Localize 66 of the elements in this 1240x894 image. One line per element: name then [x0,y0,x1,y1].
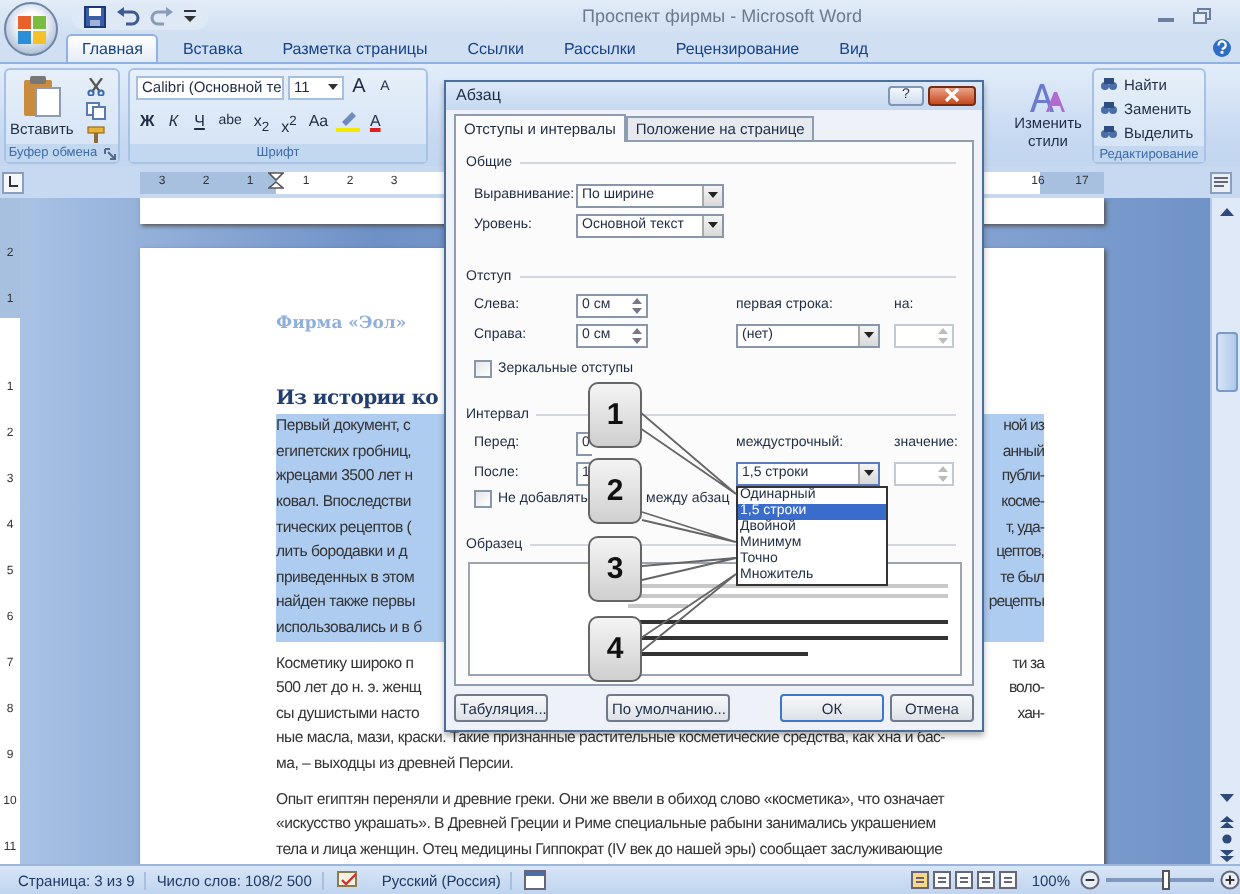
font-size-step-button[interactable]: A [348,74,370,101]
view-mode-icon[interactable] [909,870,930,891]
vertical-scrollbar[interactable] [1210,198,1240,865]
ribbon-tab[interactable]: Рассылки [547,34,652,63]
spin-icon [630,325,644,346]
spin-icon [630,295,644,316]
help-icon[interactable] [1212,38,1232,59]
callout-number: 3 [588,536,642,602]
copy-icon[interactable] [85,102,106,121]
spin-icon [936,463,950,484]
company-heading: Фирма «Эол» [276,312,407,339]
callout-number: 1 [588,382,642,448]
scissors-icon[interactable] [85,78,106,97]
callout-number: 4 [588,616,642,682]
view-mode-icon[interactable] [997,870,1018,891]
callout-number: 2 [588,458,642,524]
leader-line [641,511,737,543]
ribbon-tab[interactable]: Рецензирование [659,34,816,63]
zoom-in-icon[interactable] [1220,870,1240,891]
format-button[interactable]: x$_{2}$ [249,108,274,135]
scroll-thumb[interactable] [1215,332,1237,393]
format-button[interactable]: Ж [136,108,159,135]
undo-icon[interactable] [116,5,140,28]
format-button[interactable]: x$^{2}$ [277,108,301,135]
view-mode-icon[interactable] [975,870,996,891]
caret-icon [864,332,874,339]
format-button[interactable]: К [162,108,185,135]
close-icon [944,88,960,103]
macro-icon[interactable] [524,870,547,891]
indent-marker-icon[interactable] [268,171,284,194]
clipboard-icon [21,74,62,119]
zoom-out-icon[interactable] [1080,870,1100,891]
indent-by-field[interactable] [894,323,954,348]
highlighter-icon[interactable] [336,110,361,133]
ribbon-tab[interactable]: Главная [66,34,159,63]
restore-icon[interactable] [1192,8,1212,25]
view-ruler-icon[interactable] [1210,171,1232,194]
checkbox[interactable] [474,490,492,509]
dialog-title: Абзац [456,86,501,105]
ribbon-tab[interactable]: Разметка страницы [266,34,444,63]
launcher-icon[interactable] [103,147,116,160]
window-title: Проспект фирмы - Microsoft Word [580,6,864,27]
proofing-icon[interactable] [335,870,360,891]
zoom-slider-thumb[interactable] [1161,870,1170,891]
logo-icon [15,13,47,45]
customize-caret-icon[interactable] [184,8,196,25]
checkbox[interactable] [474,360,492,379]
brush-icon[interactable] [85,126,106,145]
spacing-at-field[interactable] [894,461,954,486]
caret-icon [864,470,874,477]
spin-icon [936,325,950,346]
ribbon-tab[interactable]: Вставка [166,34,259,63]
section-heading: Из истории ко [276,386,438,415]
format-button[interactable]: Ч [188,108,211,135]
tab-selector-icon[interactable] [2,171,24,194]
close-button[interactable] [928,85,976,106]
ribbon-tab[interactable]: Ссылки [451,34,540,63]
leader-line [639,411,737,495]
view-mode-icon[interactable] [953,870,974,891]
styles-icon [1028,82,1068,115]
save-icon[interactable] [84,5,106,28]
format-button[interactable]: Aa [304,108,333,135]
view-mode-icon[interactable] [931,870,952,891]
font-color-button[interactable]: A [364,108,387,135]
caret-icon [328,84,338,91]
ribbon-tab[interactable]: Вид [823,34,885,63]
